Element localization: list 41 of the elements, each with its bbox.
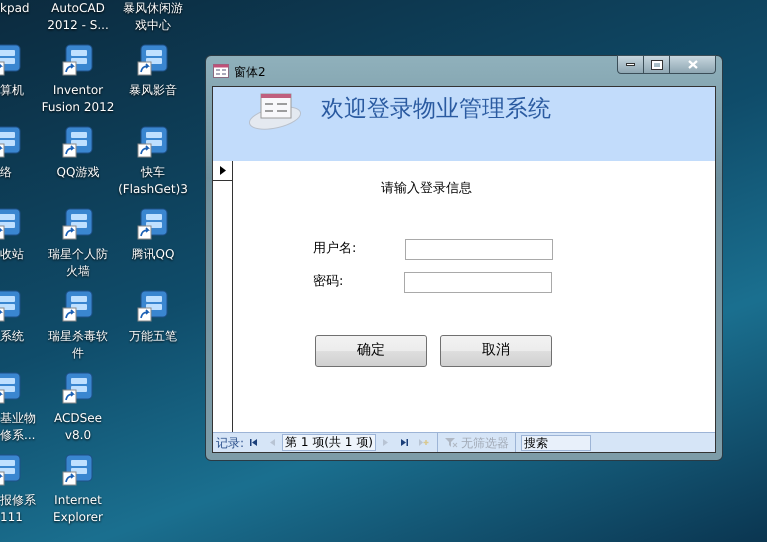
form-button[interactable]: 取消 — [440, 334, 552, 366]
shortcut-icon[interactable] — [137, 290, 169, 322]
window-title: 窗体2 — [234, 64, 266, 81]
desktop-icon-label[interactable]: 络 — [0, 164, 12, 181]
shortcut-icon[interactable] — [62, 290, 94, 322]
input-field[interactable] — [404, 272, 552, 292]
minimize-button[interactable] — [617, 55, 644, 74]
current-record-icon — [220, 166, 226, 175]
shortcut-icon[interactable] — [62, 208, 94, 240]
shortcut-icon[interactable] — [62, 372, 94, 404]
last-record-icon[interactable] — [398, 437, 410, 448]
login-prompt: 请输入登录信息 — [381, 180, 472, 198]
desktop-icon-label[interactable]: ACDSee v8.0 — [38, 410, 118, 444]
desktop-icon-label[interactable]: 基业物 修系... — [0, 410, 36, 444]
filter-icon — [444, 437, 458, 448]
record-position-field[interactable]: 第 1 项(共 1 项) — [282, 434, 376, 451]
shortcut-icon[interactable] — [62, 454, 94, 486]
record-label: 记录: — [216, 434, 244, 452]
form-icon — [213, 64, 229, 78]
close-icon — [688, 60, 698, 69]
desktop-icon-label[interactable]: 收站 — [0, 246, 24, 263]
desktop-icon-label[interactable]: 算机 — [0, 82, 24, 99]
close-button[interactable] — [670, 55, 716, 74]
shortcut-icon[interactable] — [137, 126, 169, 158]
search-field[interactable]: 搜索 — [520, 434, 591, 450]
desktop-icon-label[interactable]: 报修系 111 — [0, 492, 36, 526]
input-field[interactable] — [405, 238, 553, 260]
first-record-icon[interactable] — [248, 437, 260, 448]
field-label: 密码: — [313, 273, 344, 292]
desktop-icon-label[interactable]: Internet Explorer — [38, 492, 118, 526]
shortcut-icon[interactable] — [137, 44, 169, 76]
shortcut-icon[interactable] — [62, 126, 94, 158]
maximize-button[interactable] — [644, 55, 670, 74]
record-selector[interactable] — [213, 161, 233, 432]
form-heading: 欢迎登录物业管理系统 — [321, 95, 551, 124]
field-label: 用户名: — [313, 240, 358, 258]
form-button[interactable]: 确定 — [315, 334, 427, 366]
desktop-icon-label[interactable]: kpad — [0, 0, 30, 17]
desktop-icon-label[interactable]: 系统 — [0, 328, 24, 345]
shortcut-icon[interactable] — [62, 44, 94, 76]
shortcut-icon[interactable] — [137, 208, 169, 240]
